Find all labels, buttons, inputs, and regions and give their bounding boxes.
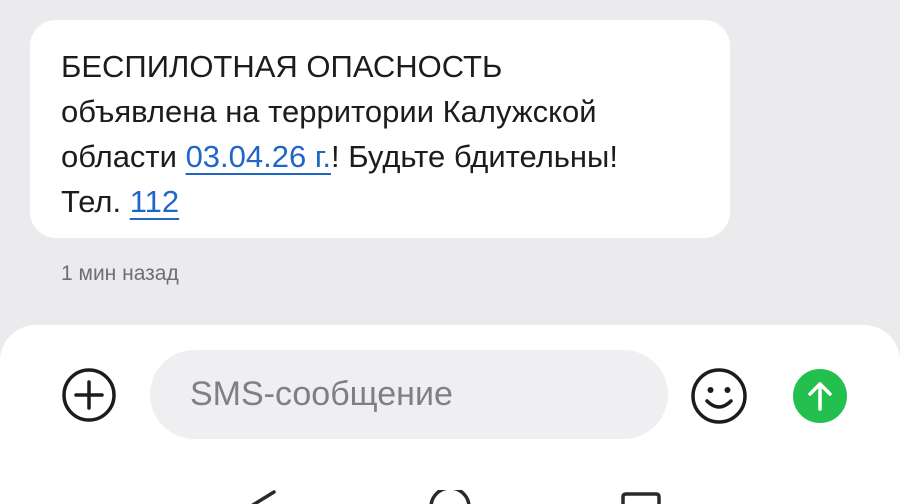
message-line-1: БЕСПИЛОТНАЯ ОПАСНОСТЬ (61, 49, 503, 84)
sms-input[interactable]: SMS-сообщение (150, 350, 668, 439)
message-line-3: области 03.04.26 г.! Будьте бдительны! (61, 134, 698, 179)
system-nav-bar (0, 465, 900, 504)
recents-square-icon[interactable] (620, 492, 662, 504)
message-text: Тел. (61, 184, 130, 219)
message-timestamp: 1 мин назад (61, 262, 179, 285)
send-arrow-up-icon[interactable] (793, 369, 847, 423)
home-circle-icon[interactable] (428, 490, 472, 504)
plus-circle-icon[interactable] (61, 367, 117, 423)
message-text: области (61, 139, 186, 174)
smiley-icon[interactable] (690, 367, 748, 425)
message-line-4: Тел. 112 (61, 179, 698, 224)
message-bubble[interactable]: БЕСПИЛОТНАЯ ОПАСНОСТЬ объявлена на терри… (30, 20, 730, 238)
back-triangle-icon[interactable] (243, 489, 279, 504)
phone-link[interactable]: 112 (130, 184, 179, 219)
message-line-2: объявлена на территории Калужской (61, 94, 597, 129)
message-text: ! Будьте бдительны! (330, 139, 618, 174)
date-link[interactable]: 03.04.26 г. (186, 139, 331, 174)
messages-screen: БЕСПИЛОТНАЯ ОПАСНОСТЬ объявлена на терри… (0, 0, 900, 504)
